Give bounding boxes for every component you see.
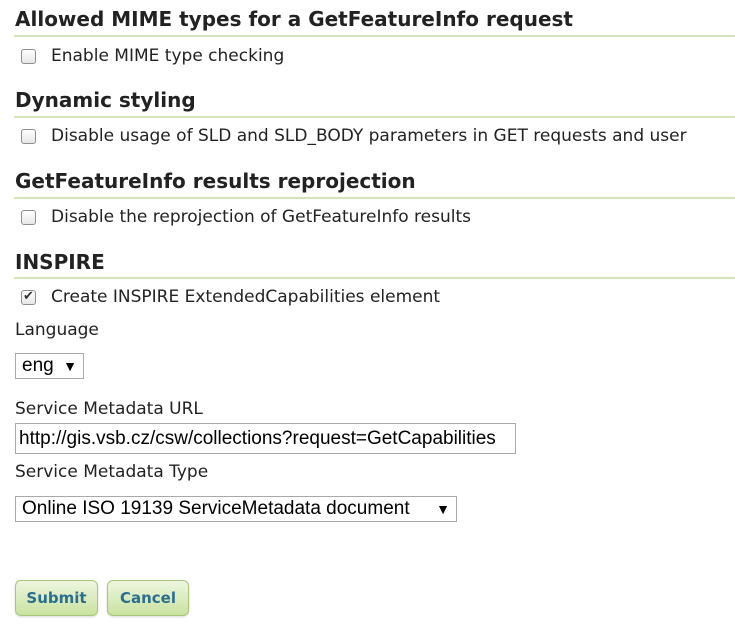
create-extended-capabilities-label[interactable]: Create INSPIRE ExtendedCapabilities elem… (51, 287, 440, 307)
section-divider (14, 116, 735, 118)
language-label: Language (15, 320, 99, 340)
dropdown-arrow-icon: ▼ (436, 501, 450, 517)
service-metadata-url-label: Service Metadata URL (15, 399, 203, 419)
section-divider (14, 197, 735, 199)
disable-reprojection-row[interactable]: Disable the reprojection of GetFeatureIn… (21, 207, 471, 227)
cancel-button[interactable]: Cancel (107, 580, 189, 616)
disable-sld-row[interactable]: Disable usage of SLD and SLD_BODY parame… (21, 126, 687, 146)
service-metadata-type-select[interactable]: Online ISO 19139 ServiceMetadata documen… (15, 496, 457, 522)
disable-reprojection-label[interactable]: Disable the reprojection of GetFeatureIn… (51, 207, 471, 227)
service-metadata-type-selected-value: Online ISO 19139 ServiceMetadata documen… (22, 498, 410, 519)
create-extended-capabilities-checkbox[interactable]: ✔ (21, 288, 36, 305)
disable-sld-label[interactable]: Disable usage of SLD and SLD_BODY parame… (51, 126, 687, 146)
service-metadata-url-input[interactable]: http://gis.vsb.cz/csw/collections?reques… (15, 423, 516, 454)
checkmark-icon: ✔ (23, 288, 34, 304)
language-selected-value: eng (22, 355, 54, 376)
language-select[interactable]: eng ▼ (15, 353, 84, 379)
enable-mime-checking-checkbox[interactable] (21, 48, 36, 64)
enable-mime-checking-row[interactable]: Enable MIME type checking (21, 46, 284, 66)
section-title-dynamic-styling: Dynamic styling (15, 88, 196, 112)
service-metadata-type-label: Service Metadata Type (15, 462, 209, 482)
disable-sld-checkbox[interactable] (21, 128, 36, 144)
submit-button[interactable]: Submit (15, 580, 98, 616)
create-extended-capabilities-row[interactable]: ✔ Create INSPIRE ExtendedCapabilities el… (21, 287, 440, 307)
disable-reprojection-checkbox[interactable] (21, 209, 36, 225)
section-title-mime-types: Allowed MIME types for a GetFeatureInfo … (15, 7, 573, 31)
section-divider (14, 277, 735, 279)
settings-form: Allowed MIME types for a GetFeatureInfo … (0, 0, 735, 624)
section-divider (14, 35, 735, 37)
section-title-reprojection: GetFeatureInfo results reprojection (15, 169, 416, 193)
enable-mime-checking-label[interactable]: Enable MIME type checking (51, 46, 284, 66)
dropdown-arrow-icon: ▼ (63, 358, 77, 374)
section-title-inspire: INSPIRE (15, 250, 105, 274)
